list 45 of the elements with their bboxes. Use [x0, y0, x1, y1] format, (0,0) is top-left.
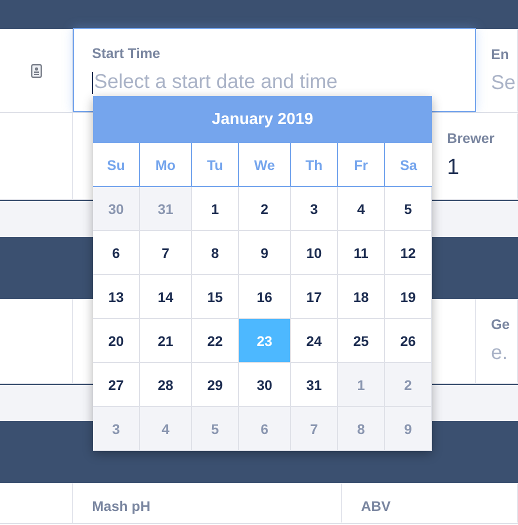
calendar-day[interactable]: 5 — [385, 187, 432, 231]
field-label: Ge — [491, 316, 511, 332]
calendar-day[interactable]: 14 — [140, 275, 192, 319]
calendar-day[interactable]: 20 — [93, 319, 140, 363]
calendar-day[interactable]: 24 — [291, 319, 338, 363]
calendar-day[interactable]: 10 — [291, 231, 338, 275]
calendar-day[interactable]: 27 — [93, 363, 140, 407]
calendar-day[interactable]: 17 — [291, 275, 338, 319]
calendar-day[interactable]: 3 — [291, 187, 338, 231]
calendar-day[interactable]: 12 — [385, 231, 432, 275]
text-field[interactable]: En Se — [476, 29, 518, 112]
calendar-day[interactable]: 11 — [338, 231, 385, 275]
calendar-day[interactable]: 7 — [140, 231, 192, 275]
field-value: 1 — [447, 154, 460, 180]
calendar-day[interactable]: 13 — [93, 275, 140, 319]
month-title: January 2019 — [93, 96, 432, 143]
field-label: En — [491, 46, 510, 62]
field-label: Start Time — [92, 45, 162, 61]
calendar-day[interactable]: 16 — [239, 275, 291, 319]
calendar-day[interactable]: 15 — [192, 275, 239, 319]
placeholder-text: Select a start date and time — [92, 71, 338, 94]
calendar-day[interactable]: 2 — [239, 187, 291, 231]
id-badge-icon — [30, 64, 42, 78]
calendar-day[interactable]: 18 — [338, 275, 385, 319]
calendar-day[interactable]: 25 — [338, 319, 385, 363]
placeholder-text: Se — [491, 72, 516, 95]
calendar-day[interactable]: 6 — [93, 231, 140, 275]
calendar-day[interactable]: 4 — [338, 187, 385, 231]
calendar-day[interactable]: 21 — [140, 319, 192, 363]
text-cursor — [92, 72, 93, 94]
placeholder-text: e. — [491, 342, 509, 365]
calendar-day[interactable]: 8 — [192, 231, 239, 275]
calendar-day[interactable]: 19 — [385, 275, 432, 319]
calendar-day[interactable]: 28 — [140, 363, 192, 407]
calendar-day[interactable]: 1 — [192, 187, 239, 231]
field-label: Mash pH — [92, 498, 152, 514]
calendar-day[interactable]: 9 — [239, 231, 291, 275]
calendar-day[interactable]: 22 — [192, 319, 239, 363]
field-label: Brewer — [447, 130, 496, 146]
calendar-day[interactable]: 29 — [192, 363, 239, 407]
text-field[interactable]: Ge e. — [476, 299, 518, 383]
calendar-day[interactable]: 30 — [239, 363, 291, 407]
calendar-day[interactable]: 26 — [385, 319, 432, 363]
field-label: ABV — [361, 498, 392, 514]
calendar-day[interactable]: 31 — [291, 363, 338, 407]
